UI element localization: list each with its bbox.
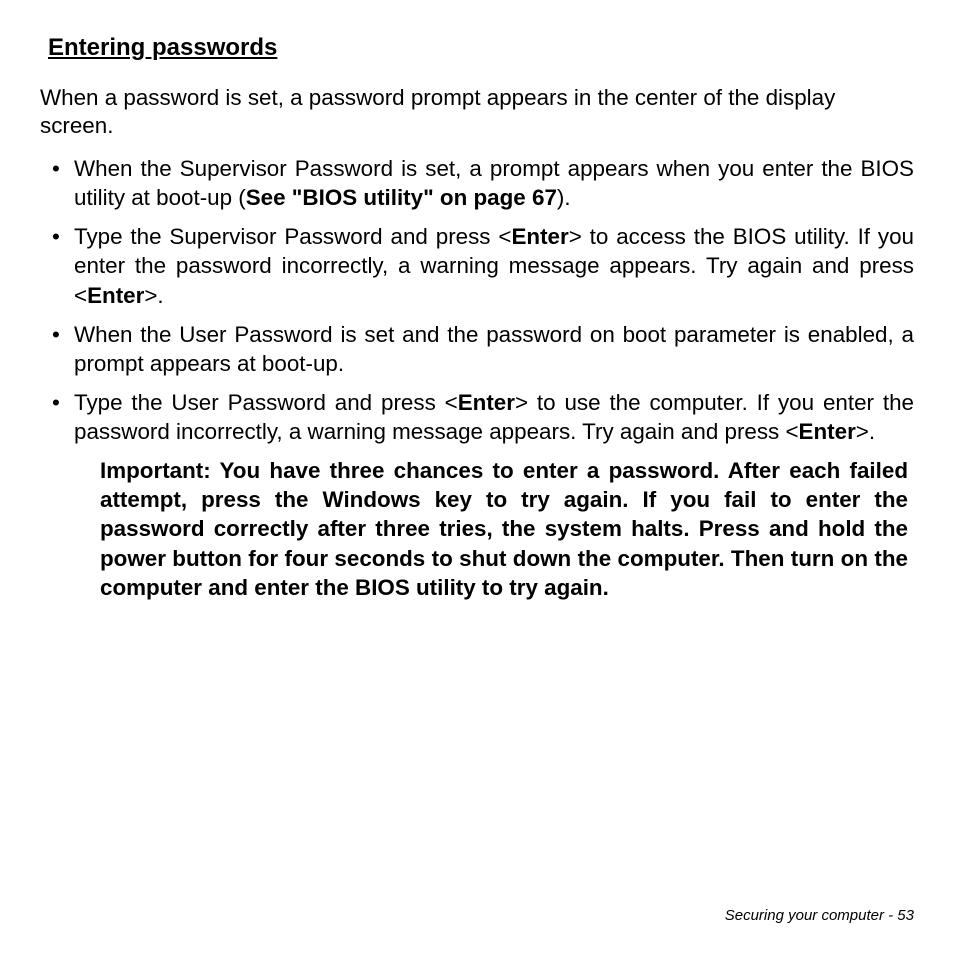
bold-text: Enter [511,224,568,249]
section-heading: Entering passwords [48,34,914,62]
text: >. [144,283,163,308]
bold-text: Enter [87,283,144,308]
list-item: When the Supervisor Password is set, a p… [40,154,914,212]
text: ). [557,185,571,210]
text: When the User Password is set and the pa… [74,322,914,376]
list-item: Type the Supervisor Password and press <… [40,222,914,309]
bold-text: Enter [458,390,515,415]
bold-text: Enter [799,419,856,444]
list-item: Type the User Password and press <Enter>… [40,388,914,446]
text: Type the Supervisor Password and press < [74,224,511,249]
list-item: When the User Password is set and the pa… [40,320,914,378]
important-note: Important: You have three chances to ent… [40,456,914,602]
intro-paragraph: When a password is set, a password promp… [40,84,914,140]
text: >. [856,419,875,444]
text: Type the User Password and press < [74,390,458,415]
page-footer: Securing your computer - 53 [725,907,914,924]
bullet-list: When the Supervisor Password is set, a p… [40,154,914,446]
bold-text: See "BIOS utility" on page 67 [246,185,557,210]
